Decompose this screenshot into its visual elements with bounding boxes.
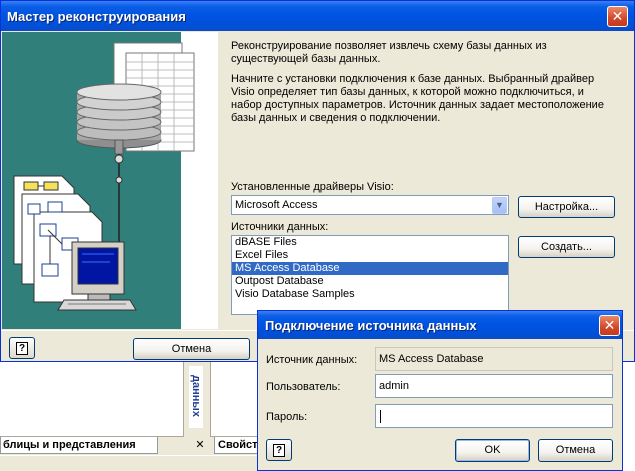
wizard-close-button[interactable]: ✕ xyxy=(607,6,628,27)
connect-dialog-titlebar: Подключение источника данных ✕ xyxy=(258,311,622,339)
user-field[interactable]: admin xyxy=(375,374,613,398)
close-icon: ✕ xyxy=(611,8,624,24)
background-footer-bar xyxy=(0,455,258,471)
connect-dialog: Подключение источника данных ✕ Источник … xyxy=(257,310,623,471)
close-icon: ✕ xyxy=(603,317,616,333)
list-item[interactable]: dBASE Files xyxy=(232,236,508,249)
wizard-titlebar: Мастер реконструирования ✕ xyxy=(1,1,634,31)
source-label: Источник данных: xyxy=(266,354,358,366)
drivers-label: Установленные драйверы Visio: xyxy=(231,181,394,193)
list-item[interactable]: Visio Database Samples xyxy=(232,288,508,301)
wizard-window: Мастер реконструирования ✕ Реконструиров… xyxy=(0,0,635,362)
wizard-help-button[interactable]: ? xyxy=(9,337,35,359)
list-item-selected[interactable]: MS Access Database xyxy=(232,262,508,275)
user-value: admin xyxy=(379,380,409,392)
wizard-intro-paragraph-2: Начните с установки подключения к базе д… xyxy=(231,73,604,124)
list-item[interactable]: Excel Files xyxy=(232,249,508,262)
tab-close-icon[interactable]: ✕ xyxy=(193,438,207,452)
wizard-cancel-button[interactable]: Отмена xyxy=(133,338,250,360)
create-button[interactable]: Создать... xyxy=(518,236,615,258)
password-label: Пароль: xyxy=(266,411,308,423)
text-cursor xyxy=(380,409,381,423)
driver-select-value: Microsoft Access xyxy=(235,199,318,211)
connect-help-button[interactable]: ? xyxy=(266,439,292,461)
sources-label: Источники данных: xyxy=(231,221,329,233)
tab-tables-views[interactable]: блицы и представления xyxy=(0,437,158,454)
chevron-down-icon[interactable]: ▼ xyxy=(492,197,507,214)
connect-ok-button[interactable]: OK xyxy=(455,439,530,462)
help-icon: ? xyxy=(16,342,28,355)
connect-dialog-close-button[interactable]: ✕ xyxy=(599,315,620,336)
source-value: MS Access Database xyxy=(379,353,484,365)
database-disk-icon xyxy=(76,83,162,155)
list-item[interactable]: Outpost Database xyxy=(232,275,508,288)
user-label: Пользователь: xyxy=(266,381,341,393)
driver-select[interactable]: Microsoft Access ▼ xyxy=(231,195,509,215)
wizard-intro-paragraph-1: Реконструирование позволяет извлечь схем… xyxy=(231,40,547,65)
database-schema-illustration xyxy=(13,42,195,311)
side-panel-label-text: данных xyxy=(190,375,202,417)
help-icon: ? xyxy=(273,444,285,457)
connect-cancel-button[interactable]: Отмена xyxy=(538,439,613,462)
wizard-title: Мастер реконструирования xyxy=(7,9,186,24)
wizard-illustration xyxy=(2,32,218,329)
setup-button[interactable]: Настройка... xyxy=(518,196,615,218)
sources-listbox[interactable]: dBASE Files Excel Files MS Access Databa… xyxy=(231,235,509,315)
connect-dialog-title: Подключение источника данных xyxy=(265,318,477,333)
password-field[interactable] xyxy=(375,404,613,428)
tab-properties[interactable]: Свойст xyxy=(214,437,258,454)
source-field: MS Access Database xyxy=(375,347,613,371)
